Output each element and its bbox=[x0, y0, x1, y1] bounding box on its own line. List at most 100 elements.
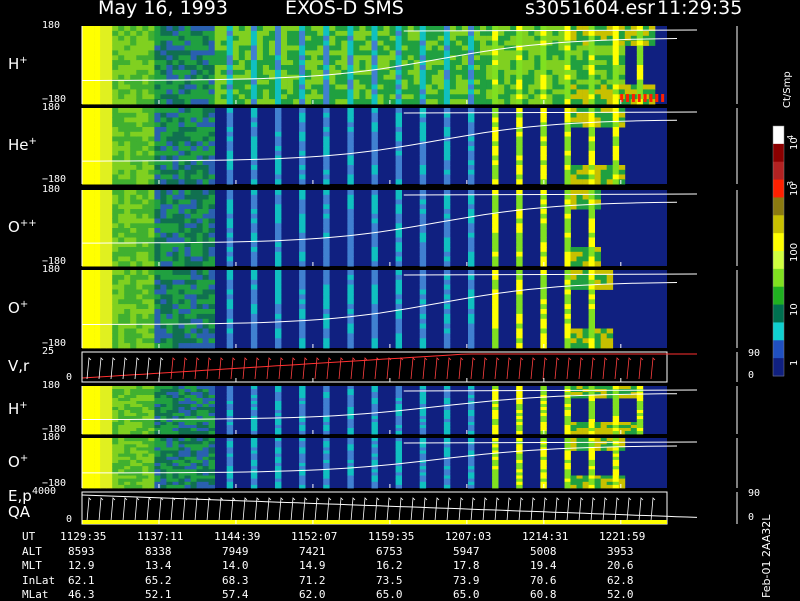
spectrogram-cell bbox=[607, 80, 613, 85]
spectrogram-cell bbox=[100, 482, 106, 486]
spectrogram-cell bbox=[504, 99, 510, 104]
spectrogram-cell bbox=[94, 343, 100, 348]
spectrogram-cell bbox=[148, 209, 154, 214]
spectrogram-cell bbox=[444, 247, 450, 252]
spectrogram-cell bbox=[335, 75, 341, 80]
spectrogram-cell bbox=[444, 472, 450, 476]
spectrogram-cell bbox=[209, 482, 215, 486]
spectrogram-cell bbox=[257, 99, 263, 104]
spectrogram-cell bbox=[299, 60, 305, 65]
spectrogram-cell bbox=[540, 407, 546, 410]
spectrogram-cell bbox=[154, 270, 160, 275]
spectrogram-cell bbox=[649, 31, 655, 36]
spectrogram-cell bbox=[299, 454, 305, 458]
spectrogram-cell bbox=[468, 419, 474, 422]
spectrogram-cell bbox=[136, 26, 142, 31]
spectrogram-cell bbox=[450, 60, 456, 65]
spectrogram-cell bbox=[179, 99, 185, 104]
spectrogram-cell bbox=[118, 389, 124, 392]
spectrogram-cell bbox=[420, 261, 426, 266]
spectrogram-cell bbox=[203, 200, 209, 205]
spectrogram-cell bbox=[293, 85, 299, 90]
spectrogram-cell bbox=[179, 26, 185, 31]
spectrogram-cell bbox=[565, 99, 571, 104]
spectrogram-cell bbox=[136, 36, 142, 41]
spectrogram-cell bbox=[142, 89, 148, 94]
spectrogram-cell bbox=[438, 70, 444, 75]
spectrogram-cell bbox=[227, 219, 233, 224]
spectrogram-cell bbox=[94, 386, 100, 389]
spectrogram-cell bbox=[613, 425, 619, 428]
spectrogram-cell bbox=[396, 431, 402, 434]
spectrogram-cell bbox=[166, 200, 172, 205]
spectrogram-cell bbox=[257, 75, 263, 80]
spectrogram-cell bbox=[130, 389, 136, 392]
spectrogram-cell bbox=[420, 290, 426, 295]
spectrogram-cell bbox=[631, 422, 637, 425]
spectrogram-cell bbox=[299, 146, 305, 151]
spectrogram-cell bbox=[209, 65, 215, 70]
spectrogram-cell bbox=[546, 31, 552, 36]
spectrogram-cell bbox=[106, 70, 112, 75]
spectrogram-cell bbox=[215, 31, 221, 36]
spectrogram-cell bbox=[396, 247, 402, 252]
spectrogram-cell bbox=[251, 338, 257, 343]
spectrogram-cell bbox=[148, 238, 154, 243]
spectrogram-cell bbox=[263, 41, 269, 46]
spectrogram-cell bbox=[480, 60, 486, 65]
spectrogram-cell bbox=[468, 476, 474, 480]
spectrogram-cell bbox=[82, 469, 88, 473]
spectrogram-cell bbox=[613, 170, 619, 175]
spectrogram-cell bbox=[552, 60, 558, 65]
spectrogram-cell bbox=[468, 31, 474, 36]
spectrogram-cell bbox=[124, 137, 130, 142]
spectrogram-cell bbox=[154, 70, 160, 75]
spectrogram-cell bbox=[112, 395, 118, 398]
spectrogram-cell bbox=[179, 179, 185, 184]
spectrogram-cell bbox=[94, 55, 100, 60]
spectrogram-cell bbox=[347, 141, 353, 146]
spectrogram-cell bbox=[106, 233, 112, 238]
spectrogram-cell bbox=[372, 438, 378, 442]
spectrogram-cell bbox=[504, 55, 510, 60]
spectrogram-cell bbox=[516, 285, 522, 290]
spectrogram-cell bbox=[82, 329, 88, 334]
spectrogram-cell bbox=[233, 31, 239, 36]
spectrogram-cell bbox=[124, 118, 130, 123]
spectrogram-cell bbox=[197, 165, 203, 170]
spectrogram-cell bbox=[124, 457, 130, 461]
spectrogram-cell bbox=[148, 444, 154, 448]
spectrogram-cell bbox=[613, 70, 619, 75]
spectrogram-cell bbox=[82, 65, 88, 70]
spectrogram-cell bbox=[209, 31, 215, 36]
spectrogram-cell bbox=[299, 223, 305, 228]
spectrogram-cell bbox=[160, 447, 166, 451]
spectrogram-cell bbox=[88, 485, 94, 489]
spectrogram-cell bbox=[432, 80, 438, 85]
spectrogram-cell bbox=[613, 479, 619, 483]
spectrogram-cell bbox=[420, 85, 426, 90]
spectrogram-cell bbox=[88, 404, 94, 407]
spectrogram-cell bbox=[372, 85, 378, 90]
spectrogram-cell bbox=[607, 329, 613, 334]
spectrogram-cell bbox=[88, 204, 94, 209]
spectrogram-cell bbox=[637, 407, 643, 410]
spectrogram-cell bbox=[130, 238, 136, 243]
spectrogram-cell bbox=[323, 132, 329, 137]
spectrogram-cell bbox=[148, 165, 154, 170]
spectrogram-cell bbox=[396, 233, 402, 238]
spectrogram-cell bbox=[148, 113, 154, 118]
spectrogram-cell bbox=[215, 99, 221, 104]
spectrogram-cell bbox=[173, 108, 179, 113]
spectrogram-cell bbox=[209, 404, 215, 407]
spectrogram-cell bbox=[130, 285, 136, 290]
spectrogram-cell bbox=[227, 447, 233, 451]
spectrogram-cell bbox=[106, 482, 112, 486]
spectrogram-cell bbox=[112, 118, 118, 123]
spectrogram-cell bbox=[227, 200, 233, 205]
spectrogram-cell bbox=[124, 413, 130, 416]
spectrogram-cell bbox=[94, 428, 100, 431]
spectrogram-cell bbox=[88, 401, 94, 404]
spectrogram-cell bbox=[251, 55, 257, 60]
spectrogram-cell bbox=[142, 451, 148, 455]
